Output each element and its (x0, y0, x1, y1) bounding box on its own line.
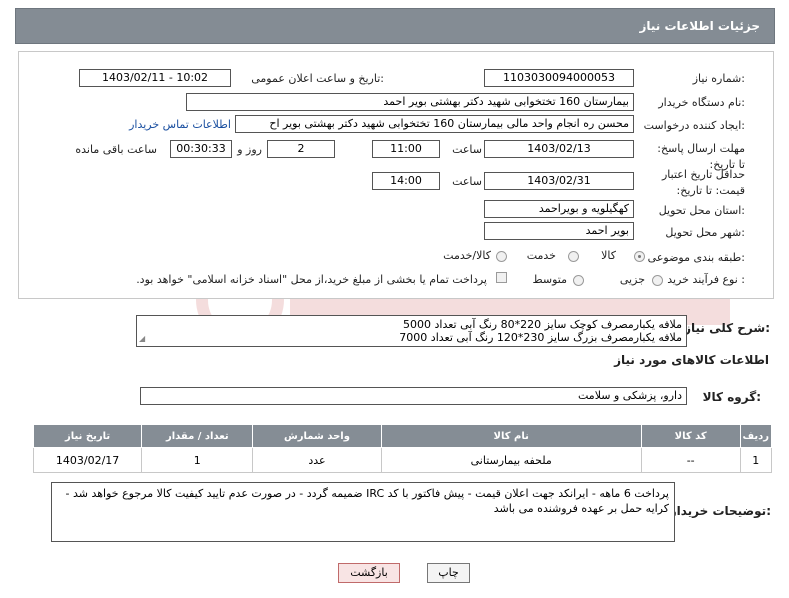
cell-need-date: 1403/02/17 (32, 447, 143, 473)
cell-goods-name: ملحفه بیمارستانی (380, 447, 642, 473)
min-validity-time-field: 14:00 (372, 172, 440, 190)
treasury-bonds-note: پرداخت تمام یا بخشی از مبلغ خرید،از محل … (136, 273, 487, 286)
days-label: روز و (237, 143, 262, 156)
description-line-2: ملافه یکبارمصرف بزرگ سایز 230*120 رنگ آب… (399, 331, 682, 344)
buyer-contact-link[interactable]: اطلاعات تماس خریدار (129, 118, 231, 131)
deadline-date-field: 1403/02/13 (484, 140, 634, 158)
category-goods-radio[interactable] (634, 251, 645, 262)
need-number-field: 1103030094000053 (484, 69, 634, 87)
min-validity-date-field: 1403/02/31 (484, 172, 634, 190)
deadline-time-label: ساعت (452, 143, 482, 156)
col-header-row-number: ردیف (739, 424, 773, 448)
table-row: 1 -- ملحفه بیمارستانی عدد 1 1403/02/17 (32, 447, 773, 473)
announce-datetime-field: 1403/02/11 - 10:02 (79, 69, 231, 87)
col-header-goods-name: نام کالا (380, 424, 642, 448)
province-field: کهگیلویه و بویراحمد (484, 200, 634, 218)
category-label: طبقه بندی موضوعی: (647, 251, 745, 264)
description-label: شرح کلی نیاز: (684, 321, 770, 335)
goods-group-field: دارو، پزشکی و سلامت (140, 387, 687, 405)
category-service-label: خدمت (526, 249, 556, 262)
back-button[interactable]: بازگشت (338, 563, 400, 583)
category-service-radio[interactable] (568, 251, 579, 262)
purchase-type-medium-radio[interactable] (573, 275, 584, 286)
page-header: جزئیات اطلاعات نیاز (15, 8, 775, 44)
purchase-type-minor-label: جزیی (619, 273, 645, 286)
min-validity-time-label: ساعت (452, 175, 482, 188)
buyer-org-label: نام دستگاه خریدار: (658, 96, 745, 109)
resize-handle-icon[interactable]: ◢ (139, 332, 145, 345)
buyer-notes-textarea[interactable]: پرداخت 6 ماهه - ایرانکد جهت اعلان قیمت -… (51, 482, 675, 542)
buyer-org-field: بیمارستان 160 تختخوابی شهید دکتر بهشتی ب… (186, 93, 634, 111)
cell-row-number: 1 (739, 447, 773, 473)
purchase-type-label: نوع فرآیند خرید : (667, 273, 745, 286)
page-title: جزئیات اطلاعات نیاز (639, 19, 760, 33)
goods-info-title: اطلاعات کالاهای مورد نیاز (614, 353, 769, 367)
cell-quantity: 1 (141, 447, 254, 473)
province-label: استان محل تحویل: (658, 204, 745, 217)
col-header-unit: واحد شمارش (252, 424, 382, 448)
requester-label: ایجاد کننده درخواست: (643, 119, 745, 132)
category-goods-label: کالا (601, 249, 616, 262)
description-line-1: ملافه یکبارمصرف کوچک سایز 220*80 رنگ آبی… (403, 318, 682, 331)
city-label: شهر محل تحویل: (665, 226, 745, 239)
table-header-row: ردیف کد کالا نام کالا واحد شمارش تعداد /… (32, 424, 773, 448)
days-field: 2 (267, 140, 335, 158)
remaining-time-label: ساعت باقی مانده (75, 143, 157, 156)
purchase-type-medium-label: متوسط (532, 273, 567, 286)
purchase-type-minor-radio[interactable] (652, 275, 663, 286)
category-goods-service-label: کالا/خدمت (443, 249, 491, 262)
cell-goods-code: -- (640, 447, 741, 473)
category-goods-service-radio[interactable] (496, 251, 507, 262)
requester-field: محسن ره انجام واحد مالی بیمارستان 160 تخ… (235, 115, 634, 133)
goods-group-label: گروه کالا: (702, 390, 761, 404)
cell-unit: عدد (252, 447, 382, 473)
remaining-time-field: 00:30:33 (170, 140, 232, 158)
print-button[interactable]: چاپ (427, 563, 470, 583)
buyer-notes-label: توضیحات خریدار: (669, 504, 771, 518)
deadline-time-field: 11:00 (372, 140, 440, 158)
announce-datetime-label: تاریخ و ساعت اعلان عمومی: (251, 72, 384, 85)
need-number-label: شماره نیاز: (692, 72, 745, 85)
col-header-quantity: تعداد / مقدار (141, 424, 254, 448)
min-validity-label: حداقل تاریخ اعتبار قیمت: تا تاریخ: (661, 168, 745, 197)
description-textarea[interactable]: ملافه یکبارمصرف کوچک سایز 220*80 رنگ آبی… (136, 315, 687, 347)
city-field: بویر احمد (484, 222, 634, 240)
col-header-goods-code: کد کالا (640, 424, 741, 448)
col-header-need-date: تاریخ نیاز (32, 424, 143, 448)
goods-table: ردیف کد کالا نام کالا واحد شمارش تعداد /… (32, 424, 773, 473)
treasury-bonds-checkbox[interactable] (496, 272, 507, 283)
